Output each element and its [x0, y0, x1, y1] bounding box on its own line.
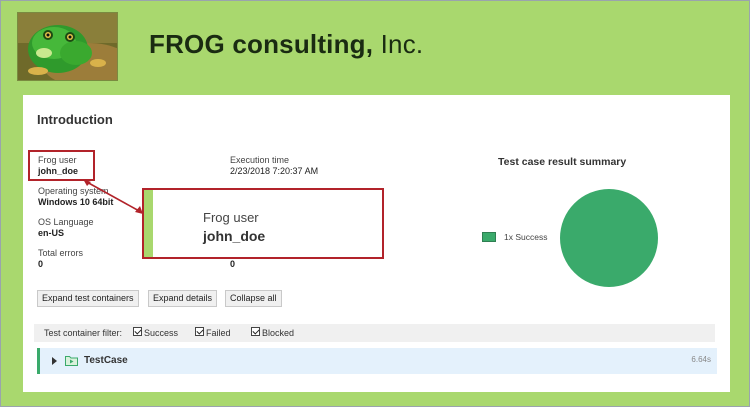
- filter-success-label[interactable]: Success: [144, 328, 178, 338]
- filter-bar: Test container filter: Success Failed Bl…: [34, 324, 715, 342]
- expand-test-containers-button[interactable]: Expand test containers: [37, 290, 139, 307]
- report-frame: FROG consulting, Inc. Introduction Frog …: [0, 0, 750, 407]
- expand-caret-icon[interactable]: [52, 357, 57, 365]
- summary-title: Test case result summary: [498, 156, 627, 168]
- filter-success-checkbox[interactable]: [133, 327, 142, 336]
- execution-time-value: 2/23/2018 7:20:37 AM: [230, 166, 319, 176]
- filter-failed-checkbox[interactable]: [195, 327, 204, 336]
- legend-swatch-success: [482, 232, 496, 242]
- test-case-row[interactable]: TestCase 6.64s: [37, 348, 717, 374]
- errors-value: 0: [38, 259, 44, 269]
- second-column-count: 0: [230, 259, 236, 269]
- language-value: en-US: [38, 228, 65, 238]
- second-column-value: 0: [230, 259, 235, 270]
- execution-time-label: Execution time: [230, 155, 290, 165]
- brand-title: FROG consulting, Inc.: [149, 29, 423, 60]
- callout-label: Frog user: [203, 210, 259, 225]
- test-case-name: TestCase: [84, 355, 128, 366]
- test-case-duration: 6.64s: [691, 355, 711, 364]
- filter-blocked-checkbox[interactable]: [251, 327, 260, 336]
- legend-label-success: 1x Success: [504, 232, 548, 242]
- highlight-frog-user: [28, 150, 95, 181]
- result-pie-chart: [560, 189, 658, 287]
- errors-info: Total errors 0: [38, 248, 83, 270]
- language-info: OS Language en-US: [38, 217, 94, 239]
- frog-logo: [17, 12, 118, 81]
- brand-name: FROG consulting,: [149, 29, 374, 59]
- pie-slice-success: [560, 189, 658, 287]
- callout-arrow: [83, 179, 143, 214]
- callout-accent-bar: [144, 190, 153, 257]
- collapse-all-button[interactable]: Collapse all: [225, 290, 282, 307]
- filter-label: Test container filter:: [44, 328, 123, 338]
- zoom-callout: Frog user john_doe: [142, 188, 384, 259]
- errors-label: Total errors: [38, 248, 84, 258]
- execution-time-info: Execution time 2/23/2018 7:20:37 AM: [230, 155, 318, 177]
- expand-details-button[interactable]: Expand details: [148, 290, 218, 307]
- brand-suffix: Inc.: [373, 29, 424, 59]
- callout-value: john_doe: [203, 228, 266, 244]
- report-panel: Introduction Frog user john_doe Operatin…: [23, 95, 730, 392]
- filter-blocked-label[interactable]: Blocked: [262, 328, 294, 338]
- section-title: Introduction: [37, 112, 113, 127]
- folder-play-icon: [65, 356, 78, 366]
- filter-failed-label[interactable]: Failed: [206, 328, 231, 338]
